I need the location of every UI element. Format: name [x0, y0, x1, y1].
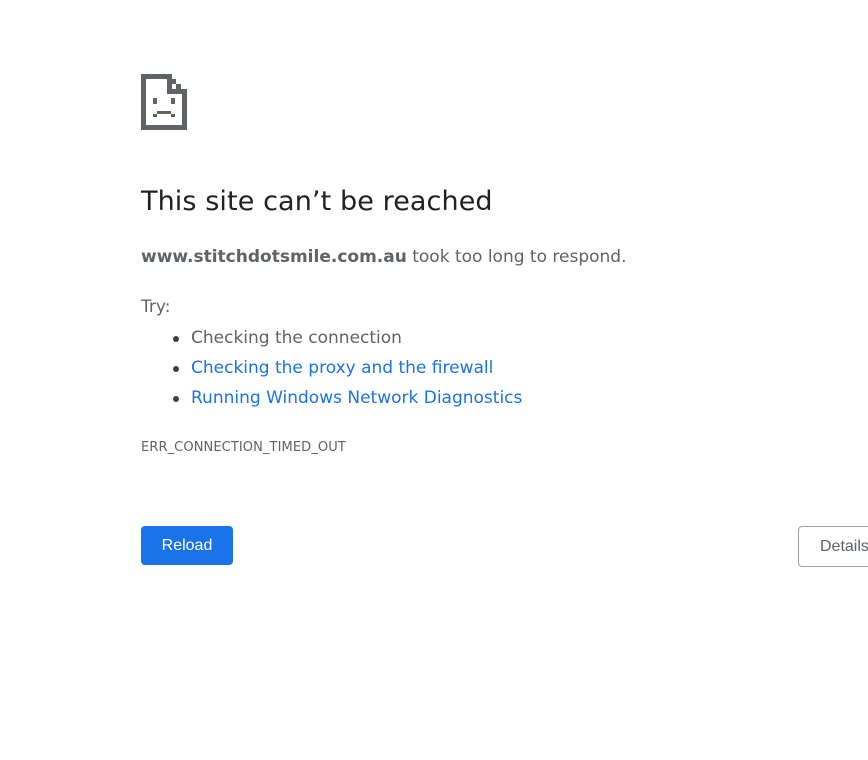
bullet-icon	[173, 366, 179, 372]
suggestion-check-connection: Checking the connection	[141, 326, 522, 356]
suggestion-list: Checking the connection Checking the pro…	[141, 326, 522, 416]
reload-button[interactable]: Reload	[141, 526, 233, 565]
bullet-icon	[173, 336, 179, 342]
suggestion-check-proxy-firewall[interactable]: Checking the proxy and the firewall	[141, 356, 522, 386]
try-label: Try:	[141, 297, 171, 317]
bullet-icon	[173, 396, 179, 402]
suggestion-label: Checking the connection	[191, 328, 402, 348]
sad-document-icon	[141, 74, 187, 130]
page-title: This site can’t be reached	[141, 186, 493, 217]
error-message: took too long to respond.	[406, 247, 627, 267]
error-code: ERR_CONNECTION_TIMED_OUT	[141, 440, 346, 455]
network-diagnostics-link[interactable]: Running Windows Network Diagnostics	[191, 388, 522, 408]
error-page: This site can’t be reached www.stitchdot…	[0, 0, 868, 760]
suggestion-network-diagnostics[interactable]: Running Windows Network Diagnostics	[141, 386, 522, 416]
proxy-firewall-link[interactable]: Checking the proxy and the firewall	[191, 358, 493, 378]
error-summary: www.stitchdotsmile.com.au took too long …	[141, 247, 626, 267]
details-button[interactable]: Details	[798, 526, 868, 567]
host-name: www.stitchdotsmile.com.au	[141, 247, 407, 267]
